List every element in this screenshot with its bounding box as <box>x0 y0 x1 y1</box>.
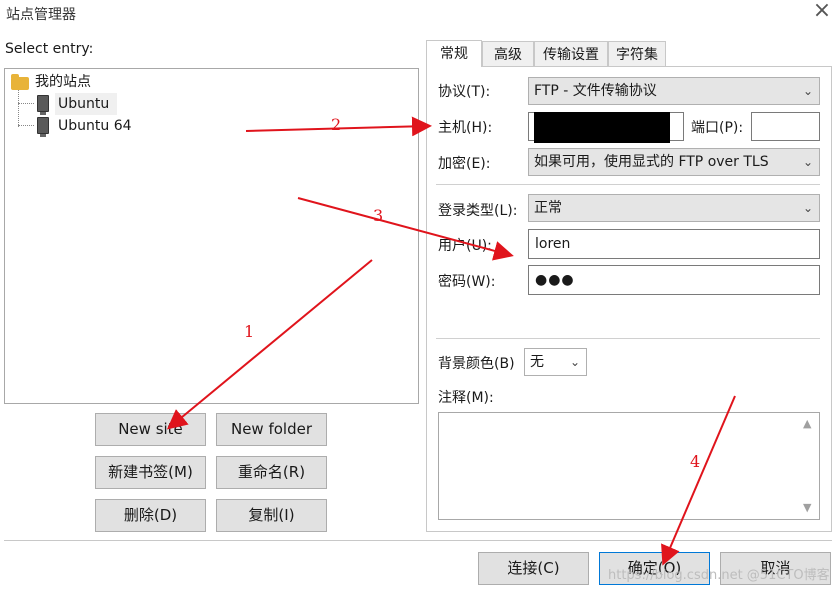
annotation-number-3: 3 <box>373 206 383 225</box>
annotation-number-4: 4 <box>690 452 700 471</box>
annotation-overlay: 1 2 3 4 <box>166 115 736 566</box>
arrow-4 <box>661 395 736 566</box>
tab-general[interactable]: 常规 <box>426 40 482 67</box>
arrow-3 <box>297 197 514 261</box>
arrow-1 <box>166 259 373 430</box>
annotation-number-1: 1 <box>244 322 254 341</box>
annotation-number-2: 2 <box>331 115 341 134</box>
